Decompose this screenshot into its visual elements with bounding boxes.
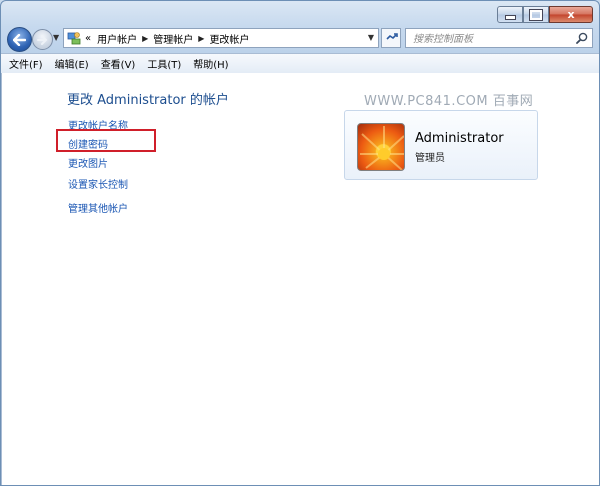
menu-help[interactable]: 帮助(H) xyxy=(193,56,228,71)
breadcrumb-separator-icon[interactable]: ▶ xyxy=(142,34,148,43)
breadcrumb: « 用户帐户 ▶ 管理帐户 ▶ 更改帐户 xyxy=(85,31,249,46)
recent-pages-dropdown-icon[interactable]: ▼ xyxy=(53,33,59,42)
address-dropdown-icon[interactable]: ▼ xyxy=(368,33,374,42)
menu-tools[interactable]: 工具(T) xyxy=(147,56,181,71)
parental-controls-link[interactable]: 设置家长控制 xyxy=(68,176,128,191)
close-button[interactable]: x xyxy=(549,6,593,23)
breadcrumb-overflow[interactable]: « xyxy=(85,33,91,44)
control-panel-icon xyxy=(67,31,81,45)
control-panel-window: x ▼ « 用户帐户 ▶ 管理帐户 ▶ 更改帐户 ▼ 搜索控制面板 文件(F) … xyxy=(0,0,600,486)
address-bar[interactable]: « 用户帐户 ▶ 管理帐户 ▶ 更改帐户 ▼ xyxy=(63,28,379,48)
search-box[interactable] xyxy=(405,28,593,48)
page-title: 更改 Administrator 的帐户 xyxy=(67,93,229,108)
forward-arrow-icon xyxy=(37,34,48,45)
account-card: Administrator 管理员 xyxy=(344,110,538,180)
breadcrumb-user-accounts[interactable]: 用户帐户 xyxy=(97,31,137,46)
search-icon[interactable] xyxy=(576,32,588,44)
close-icon: x xyxy=(567,8,575,21)
back-arrow-icon xyxy=(13,33,26,46)
breadcrumb-manage-accounts[interactable]: 管理帐户 xyxy=(153,31,193,46)
account-role: 管理员 xyxy=(415,153,445,164)
main-content: 更改 Administrator 的帐户 更改帐户名称 创建密码 更改图片 设置… xyxy=(1,73,599,485)
menu-bar: 文件(F) 编辑(E) 查看(V) 工具(T) 帮助(H) xyxy=(1,53,599,74)
minimize-icon xyxy=(504,15,516,20)
breadcrumb-separator-icon[interactable]: ▶ xyxy=(198,34,204,43)
maximize-button[interactable] xyxy=(523,6,549,23)
highlight-box xyxy=(56,129,156,152)
refresh-icon xyxy=(385,33,398,40)
navigation-bar: ▼ « 用户帐户 ▶ 管理帐户 ▶ 更改帐户 ▼ xyxy=(7,27,593,52)
change-picture-link[interactable]: 更改图片 xyxy=(68,155,108,170)
minimize-button[interactable] xyxy=(497,6,523,23)
maximize-icon xyxy=(529,8,543,21)
breadcrumb-change-account[interactable]: 更改帐户 xyxy=(209,31,249,46)
forward-button[interactable] xyxy=(32,29,53,50)
refresh-button[interactable] xyxy=(381,28,401,48)
menu-file[interactable]: 文件(F) xyxy=(9,56,43,71)
search-input[interactable] xyxy=(411,30,565,48)
avatar xyxy=(357,123,405,171)
watermark: WWW.PC841.COM 百事网 xyxy=(364,94,534,109)
caption-buttons: x xyxy=(497,6,593,25)
menu-view[interactable]: 查看(V) xyxy=(101,56,136,71)
back-button[interactable] xyxy=(7,27,32,52)
menu-edit[interactable]: 编辑(E) xyxy=(55,56,89,71)
flower-picture xyxy=(360,126,404,170)
account-name: Administrator xyxy=(415,131,504,146)
manage-other-accounts-link[interactable]: 管理其他帐户 xyxy=(68,200,128,215)
